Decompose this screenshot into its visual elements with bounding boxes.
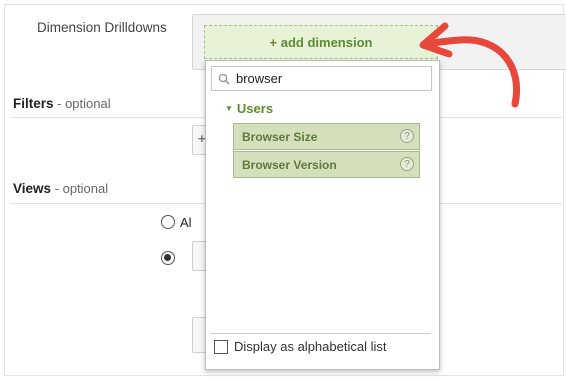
alphabetical-list-label: Display as alphabetical list [234,339,387,354]
dimension-group-users[interactable]: ▼ Users [225,101,273,116]
dimension-picker-dropdown: ▼ Users Browser Size ? Browser Version ?… [205,60,440,370]
search-icon [218,72,232,86]
dimension-option-browser-size[interactable]: Browser Size ? [233,123,420,150]
filters-optional: - optional [53,96,111,111]
views-all-radio[interactable] [161,215,175,229]
dimension-search-box[interactable] [211,66,432,91]
dimension-search-input[interactable] [236,71,416,86]
views-all-label: Al [180,215,192,230]
annotation-arrow-icon [419,22,520,108]
dimension-drilldowns-label: Dimension Drilldowns [37,20,167,35]
dimension-option-browser-version[interactable]: Browser Version ? [233,151,420,178]
views-selected-radio[interactable] [161,251,175,265]
filters-heading: Filters - optional [13,96,111,111]
dimension-option-label: Browser Version [242,157,337,172]
alphabetical-list-toggle[interactable]: Display as alphabetical list [214,339,386,354]
views-title: Views [13,181,52,196]
dimension-group-label: Users [236,101,274,116]
dimension-option-label: Browser Size [242,129,318,144]
help-icon[interactable]: ? [400,129,414,143]
help-icon[interactable]: ? [400,157,414,171]
dropdown-footer-divider [211,333,431,334]
filters-title: Filters [13,96,54,111]
add-dimension-button[interactable]: + add dimension [204,25,438,59]
views-heading: Views - optional [13,181,108,196]
views-optional: - optional [51,181,109,196]
chevron-down-icon: ▼ [225,104,233,113]
alphabetical-list-checkbox[interactable] [214,339,228,354]
